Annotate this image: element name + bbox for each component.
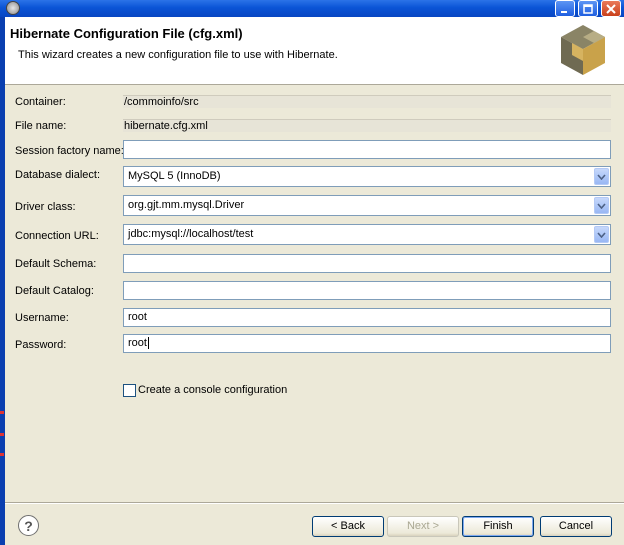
container-field: /commoinfo/src — [123, 95, 611, 108]
dropdown-arrow-icon[interactable] — [594, 226, 609, 243]
wizard-title: Hibernate Configuration File (cfg.xml) — [10, 26, 243, 41]
console-configuration-checkbox[interactable] — [123, 384, 136, 397]
close-button[interactable] — [601, 0, 621, 17]
close-icon — [606, 3, 616, 14]
cancel-button[interactable]: Cancel — [540, 516, 612, 537]
minimize-button[interactable] — [555, 0, 575, 17]
default-schema-input[interactable] — [123, 254, 611, 273]
file-name-label: File name: — [15, 120, 67, 132]
frame-marker — [0, 453, 4, 456]
frame-marker — [0, 433, 4, 436]
session-factory-name-input[interactable] — [123, 140, 611, 159]
wizard-header: Hibernate Configuration File (cfg.xml) T… — [5, 17, 624, 85]
default-catalog-input[interactable] — [123, 281, 611, 300]
driver-class-value: org.gjt.mm.mysql.Driver — [128, 199, 245, 211]
username-input[interactable]: root — [123, 308, 611, 327]
file-name-field: hibernate.cfg.xml — [123, 119, 611, 132]
container-label: Container: — [15, 96, 66, 108]
back-button[interactable]: < Back — [312, 516, 384, 537]
default-catalog-label: Default Catalog: — [15, 285, 94, 297]
dropdown-arrow-icon[interactable] — [594, 168, 609, 185]
database-dialect-select[interactable]: MySQL 5 (InnoDB) — [123, 166, 611, 187]
wizard-description: This wizard creates a new configuration … — [18, 49, 338, 61]
help-icon[interactable]: ? — [18, 515, 39, 536]
next-button[interactable]: Next > — [387, 516, 459, 537]
driver-class-label: Driver class: — [15, 201, 76, 213]
finish-button[interactable]: Finish — [462, 516, 534, 537]
hibernate-logo-icon — [561, 25, 605, 75]
title-bar — [0, 0, 624, 17]
connection-url-select[interactable]: jdbc:mysql://localhost/test — [123, 224, 611, 245]
default-schema-label: Default Schema: — [15, 258, 97, 270]
password-value: root — [128, 337, 147, 349]
maximize-icon — [583, 3, 593, 14]
window-frame-left — [0, 17, 5, 545]
connection-url-value: jdbc:mysql://localhost/test — [128, 228, 254, 240]
password-input[interactable]: root — [123, 334, 611, 353]
connection-url-label: Connection URL: — [15, 230, 99, 242]
dropdown-arrow-icon[interactable] — [594, 197, 609, 214]
database-dialect-value: MySQL 5 (InnoDB) — [128, 170, 221, 182]
maximize-button[interactable] — [578, 0, 598, 17]
button-bar-separator — [5, 502, 624, 504]
console-configuration-label[interactable]: Create a console configuration — [138, 384, 287, 396]
session-factory-name-label: Session factory name: — [15, 145, 124, 157]
driver-class-select[interactable]: org.gjt.mm.mysql.Driver — [123, 195, 611, 216]
password-label: Password: — [15, 339, 67, 351]
minimize-icon — [561, 10, 567, 13]
username-label: Username: — [15, 312, 69, 324]
app-icon[interactable] — [6, 1, 20, 15]
database-dialect-label: Database dialect: — [15, 169, 100, 181]
text-cursor — [147, 337, 149, 350]
frame-marker — [0, 411, 4, 414]
